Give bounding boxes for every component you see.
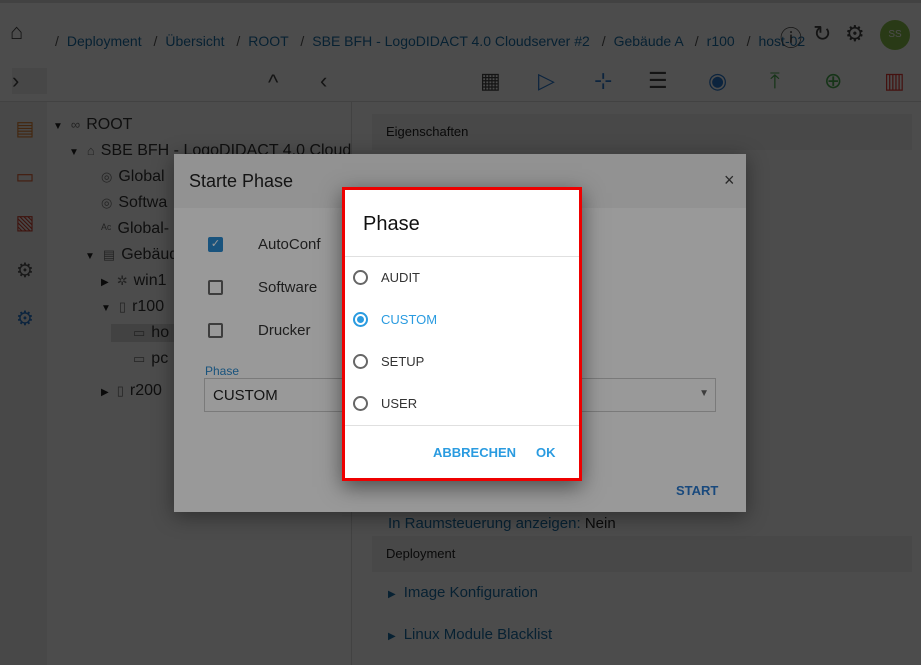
focus-icon[interactable]: ⊹ <box>594 68 612 94</box>
autoconf-icon: ᴬᶜ <box>101 221 112 236</box>
clapperboard-icon[interactable]: ▦ <box>480 68 501 94</box>
tree-node[interactable]: ▼ ∞ ROOT <box>53 116 132 134</box>
phase-dialog: Phase AUDIT CUSTOM SETUP USER ABBRECHEN … <box>342 187 582 481</box>
dropdown-arrow-icon: ▼ <box>699 388 709 399</box>
tree-node[interactable]: ▶ ✲ win1 <box>101 272 167 290</box>
tree-node[interactable]: ▭ pc <box>133 350 168 368</box>
cancel-button[interactable]: ABBRECHEN <box>433 445 516 460</box>
radio-custom[interactable] <box>353 312 368 327</box>
close-icon[interactable]: × <box>724 170 735 191</box>
radio-audit[interactable] <box>353 270 368 285</box>
property-row: In Raumsteuerung anzeigen: Nein <box>388 515 616 532</box>
start-button[interactable]: START <box>676 483 718 498</box>
radio-user[interactable] <box>353 396 368 411</box>
disk-icon: ◎ <box>101 195 113 210</box>
add-icon[interactable]: ⊕ <box>824 68 842 94</box>
checkbox-label: AutoConf <box>258 236 321 253</box>
autoconf-checkbox[interactable]: ✓ <box>208 237 223 252</box>
eye-icon[interactable]: ◉ <box>708 68 727 94</box>
checkbox-label: Drucker <box>258 322 311 339</box>
dialog-title: Phase <box>363 213 420 235</box>
room-icon: ▯ <box>118 299 127 314</box>
trash-icon[interactable]: ▥ <box>884 68 905 94</box>
radio-label[interactable]: AUDIT <box>381 270 420 285</box>
phase-label: Phase <box>205 364 240 378</box>
radio-label[interactable]: SETUP <box>381 354 424 369</box>
breadcrumb-item[interactable]: Deployment <box>67 33 142 49</box>
breadcrumb-item[interactable]: Gebäude A <box>614 33 683 49</box>
list-filter-icon[interactable]: ☰ <box>648 68 668 94</box>
expandable-link[interactable]: ▶ Image Konfiguration <box>388 584 538 601</box>
avatar[interactable]: SS <box>880 20 910 50</box>
room-icon: ▯ <box>116 383 124 398</box>
radio-label[interactable]: CUSTOM <box>381 312 437 327</box>
home-icon[interactable]: ⌂ <box>10 19 23 45</box>
breadcrumb-item[interactable]: SBE BFH - LogoDIDACT 4.0 Cloudserver #2 <box>312 33 590 49</box>
breadcrumb-item[interactable]: ROOT <box>248 33 288 49</box>
tree-node[interactable]: ᴬᶜ Global- <box>101 220 169 238</box>
gear-icon: ✲ <box>116 273 128 288</box>
checkbox-label: Software <box>258 279 318 296</box>
ok-button[interactable]: OK <box>536 445 556 460</box>
play-icon[interactable]: ▷ <box>538 68 555 94</box>
toolbar: › ^ ‹ ▦ ▷ ⊹ ☰ ◉ ⤒ ⊕ ▥ <box>0 62 921 102</box>
monitor-icon: ▭ <box>133 351 146 366</box>
breadcrumb-item[interactable]: Übersicht <box>165 33 224 49</box>
settings-tools-icon[interactable]: ⚙ <box>12 258 38 282</box>
upload-icon[interactable]: ⤒ <box>770 68 780 94</box>
document-search-icon[interactable]: ▤ <box>12 116 38 140</box>
expandable-link[interactable]: ▶ Linux Module Blacklist <box>388 626 552 643</box>
tree-node[interactable]: ◎ Softwa <box>101 194 167 212</box>
tree-node[interactable]: ◎ Global <box>101 168 165 186</box>
image-settings-icon[interactable]: ▧ <box>12 210 38 234</box>
gear-icon[interactable]: ⚙ <box>845 21 865 47</box>
refresh-icon[interactable]: ↻ <box>813 21 831 47</box>
info-icon[interactable]: ⓘ <box>780 21 802 53</box>
drucker-checkbox[interactable] <box>208 323 223 338</box>
breadcrumb-item[interactable]: r100 <box>707 33 735 49</box>
section-header[interactable]: Deployment <box>372 536 912 572</box>
network-settings-icon[interactable]: ⚙ <box>12 306 38 330</box>
software-checkbox[interactable] <box>208 280 223 295</box>
disk-icon: ◎ <box>101 169 113 184</box>
chevron-left-icon[interactable]: ‹ <box>320 68 327 94</box>
monitor-icon: ▭ <box>133 325 146 340</box>
sidebar-rail: ▤ ▭ ▧ ⚙ ⚙ <box>0 102 47 665</box>
radio-label[interactable]: USER <box>381 396 417 411</box>
breadcrumb: / Deployment / Übersicht / ROOT / SBE BFH - … <box>55 33 806 49</box>
home-icon: ⌂ <box>86 143 95 158</box>
top-bar: ⌂ / Deployment / Übersicht / ROOT / SBE BFH … <box>0 0 921 62</box>
root-icon: ∞ <box>70 117 81 132</box>
building-icon: ▤ <box>102 247 116 262</box>
devices-icon[interactable]: ▭ <box>12 164 38 188</box>
section-header[interactable]: Eigenschaften <box>372 114 912 150</box>
tree-node[interactable]: ▼ ▯ r100 <box>101 298 164 316</box>
expand-panel-icon[interactable]: › <box>12 68 47 94</box>
chevron-up-icon[interactable]: ^ <box>268 70 278 96</box>
tree-node[interactable]: ▶ ▯ r200 <box>101 382 162 400</box>
radio-setup[interactable] <box>353 354 368 369</box>
